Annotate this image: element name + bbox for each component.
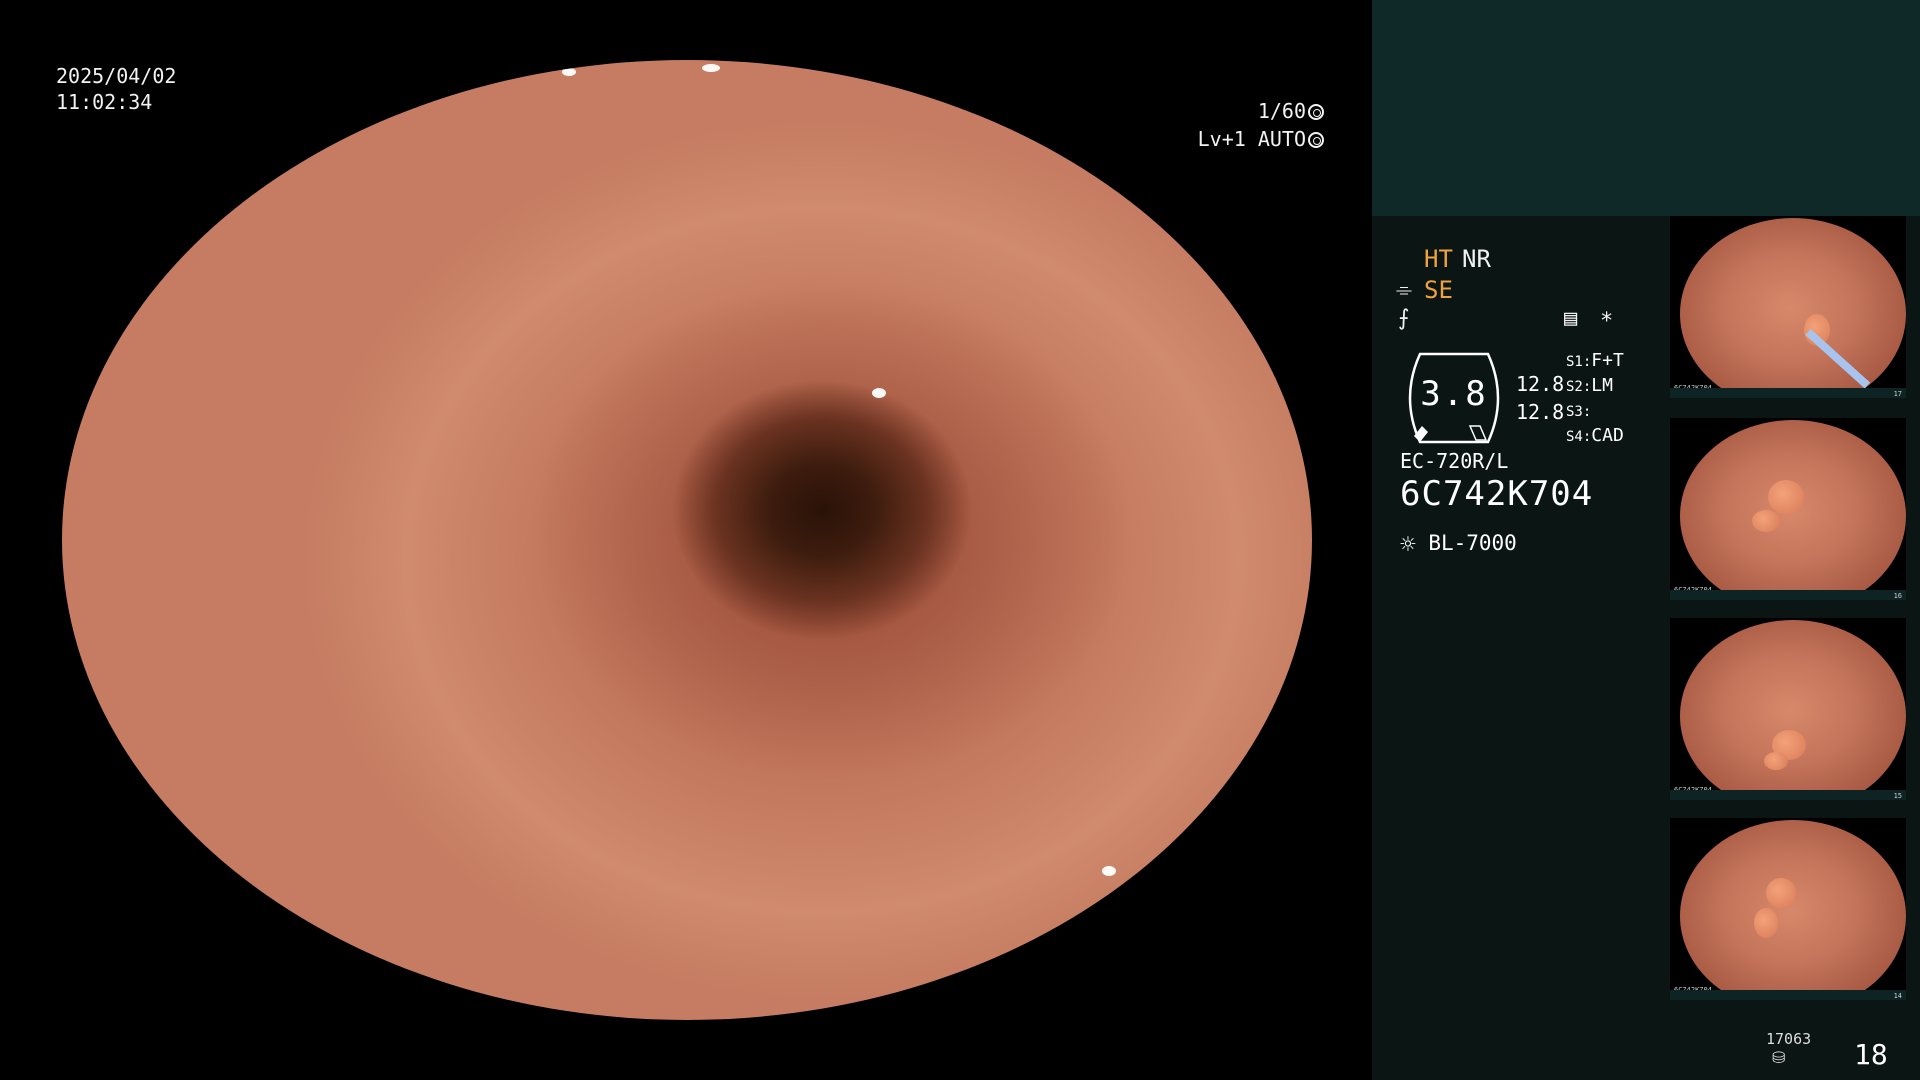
polyp-lesion: [1768, 480, 1804, 514]
panel-header-area: [1372, 0, 1920, 216]
shutter-icon: [1308, 104, 1324, 120]
thumbnail-index: 16: [1893, 592, 1902, 600]
date-text: 2025/04/02: [56, 64, 177, 88]
thumbnail-bar: [1670, 590, 1906, 600]
iris-level: Lv+1 AUTO: [1198, 126, 1324, 152]
iris-level-text: Lv+1 AUTO: [1197, 127, 1306, 151]
gauge-bottom-value: 12.8: [1516, 400, 1565, 424]
gauge-top-value: 12.8: [1516, 372, 1565, 396]
switch-3-label: S3:: [1566, 400, 1591, 421]
thumbnail-image: [1680, 420, 1906, 600]
switch-1-label: S1:F+T: [1566, 350, 1624, 371]
scope-model: EC-720R/L: [1400, 449, 1509, 473]
switch-2-key: S2:: [1566, 379, 1592, 395]
thumbnail-index: 17: [1893, 390, 1902, 398]
info-panel: HT NR ⌯ SE ⨍ ▤ * 3.8 12.8 12.8 S1:F+T S2…: [1372, 0, 1920, 1080]
storage-icon: ⛁: [1772, 1048, 1786, 1067]
endoscopic-image: [62, 60, 1312, 1020]
light-source: ☼ BL-7000: [1400, 530, 1517, 560]
shutter-speed: 1/60: [1258, 98, 1324, 124]
endoscope-live-view: 2025/04/02 11:02:34 1/60 Lv+1 AUTO: [0, 0, 1372, 1080]
polyp-lesion: [1752, 510, 1780, 532]
switch-1-value: F+T: [1591, 350, 1624, 371]
captured-thumbnail[interactable]: 6C742K704 14: [1670, 818, 1906, 1000]
polyp-lesion: [1764, 752, 1788, 770]
thumbnail-bar: [1670, 990, 1906, 1000]
captured-thumbnail[interactable]: 6C742K704 16: [1670, 418, 1906, 600]
thumbnail-index: 14: [1893, 992, 1902, 1000]
shutter-speed-text: 1/60: [1257, 99, 1306, 123]
color-mode-icon: ⨍: [1398, 306, 1410, 331]
thumbnail-image: [1680, 218, 1906, 398]
switch-4-value: CAD: [1591, 425, 1624, 446]
captured-thumbnail[interactable]: 6C742K704 15: [1670, 618, 1906, 800]
light-reflection: [702, 64, 720, 72]
thumbnail-image: [1680, 620, 1906, 800]
switch-3-key: S3:: [1566, 404, 1592, 420]
light-reflection: [1102, 866, 1116, 876]
image-counter: 18: [1854, 1038, 1888, 1071]
date-time-display: 2025/04/02 11:02:34: [56, 63, 176, 115]
switch-1-key: S1:: [1566, 354, 1592, 370]
mode-se-label: SE: [1424, 276, 1453, 304]
polyp-lesion: [1754, 908, 1778, 938]
light-source-icon: ☼: [1400, 530, 1416, 560]
polyp-lesion: [1766, 878, 1796, 908]
instrument-tip: [1805, 329, 1871, 389]
storage-counter: 17063 ⛁: [1766, 1030, 1811, 1067]
mode-nr-label: NR: [1462, 245, 1491, 273]
scope-serial-number: 6C742K704: [1400, 474, 1594, 514]
captured-thumbnail[interactable]: 6C742K704 17: [1670, 216, 1906, 398]
switch-2-label: S2:LM: [1566, 375, 1613, 396]
iris-icon: [1308, 132, 1324, 148]
switch-4-key: S4:: [1566, 429, 1592, 445]
light-reflection: [522, 62, 546, 72]
switch-2-value: LM: [1591, 375, 1613, 396]
gauge-value: 3.8: [1420, 374, 1488, 414]
light-source-text: BL-7000: [1428, 531, 1517, 555]
asterisk-icon: *: [1600, 309, 1614, 334]
time-text: 11:02:34: [56, 90, 153, 114]
storage-count-text: 17063: [1766, 1030, 1812, 1048]
thumbnail-image: [1680, 820, 1906, 1000]
structure-enhance-icon: ⌯: [1396, 277, 1412, 301]
record-icon: ▤: [1564, 306, 1578, 331]
thumbnail-bar: [1670, 388, 1906, 398]
light-reflection: [872, 388, 886, 398]
switch-4-label: S4:CAD: [1566, 425, 1624, 446]
light-reflection: [562, 68, 576, 76]
enhancement-gauge: 3.8: [1400, 352, 1508, 444]
thumbnail-bar: [1670, 790, 1906, 800]
mode-ht-label: HT: [1424, 245, 1453, 273]
thumbnail-index: 15: [1893, 792, 1902, 800]
